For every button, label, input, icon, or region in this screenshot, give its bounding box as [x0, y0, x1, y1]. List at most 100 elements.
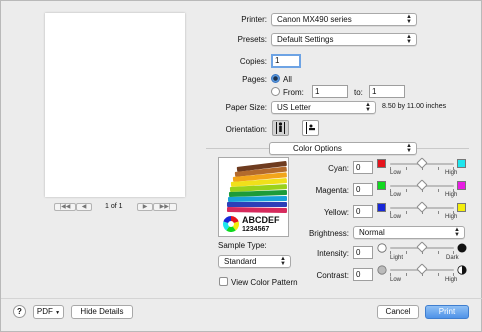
sample-text-digits: 1234567 — [242, 226, 270, 233]
page-counter: 1 of 1 — [105, 203, 123, 210]
cyan-high-caption: High — [445, 170, 458, 176]
yellow-label: Yellow: — [323, 208, 349, 217]
printer-value: Canon MX490 series — [277, 15, 352, 24]
intensity-slider[interactable] — [390, 241, 454, 254]
yellow-slider-knob[interactable] — [416, 201, 428, 213]
sample-type-popup[interactable]: Standard ▲ ▼ — [218, 255, 291, 268]
previous-page-button[interactable]: ◀ — [76, 203, 92, 211]
first-page-button[interactable]: |◀◀ — [54, 203, 76, 211]
contrast-field[interactable]: 0 — [353, 268, 373, 281]
print-button[interactable]: Print — [425, 305, 469, 319]
intensity-label: Intensity: — [316, 249, 349, 258]
popup-arrows-icon: ▲ ▼ — [365, 101, 371, 113]
pages-all-label: All — [283, 75, 292, 84]
yellow-field[interactable]: 0 — [353, 205, 373, 218]
color-sample-image: ABCDEF 1234567 — [218, 157, 289, 237]
presets-value: Default Settings — [277, 35, 334, 44]
next-page-button[interactable]: ▶ — [137, 203, 153, 211]
magenta-slider[interactable] — [390, 179, 454, 192]
pages-label: Pages: — [242, 75, 267, 84]
magenta-field[interactable]: 0 — [353, 183, 373, 196]
intensity-slider-knob[interactable] — [416, 241, 428, 253]
high-contrast-icon — [457, 265, 467, 275]
intensity-dark-caption: Dark — [446, 255, 459, 261]
orientation-portrait-button[interactable] — [272, 120, 289, 136]
magenta-label: Magenta: — [315, 186, 349, 195]
light-circle-icon — [377, 243, 387, 253]
contrast-low-caption: Low — [390, 277, 402, 283]
dark-circle-icon — [457, 243, 467, 253]
portrait-icon — [276, 122, 285, 134]
intensity-light-caption: Light — [390, 255, 404, 261]
yellow-swatch — [457, 203, 466, 212]
paper-size-popup[interactable]: US Letter ▲ ▼ — [271, 101, 376, 114]
popup-arrows-icon: ▲ ▼ — [406, 33, 412, 45]
green-swatch — [377, 181, 386, 190]
last-page-button[interactable]: ▶▶| — [153, 203, 177, 211]
magenta-high-caption: High — [445, 192, 458, 198]
help-button[interactable]: ? — [13, 305, 26, 318]
hide-details-button[interactable]: Hide Details — [71, 305, 133, 319]
paper-size-label: Paper Size: — [225, 103, 267, 112]
paper-size-value: US Letter — [277, 103, 311, 112]
printer-label: Printer: — [241, 15, 267, 24]
popup-arrows-icon: ▲ ▼ — [406, 13, 412, 25]
page-preview — [45, 13, 185, 197]
pdf-label: PDF — [36, 307, 53, 316]
contrast-high-caption: High — [445, 277, 458, 283]
printer-popup[interactable]: Canon MX490 series ▲ ▼ — [271, 13, 417, 26]
pages-from-radio[interactable] — [271, 87, 280, 96]
pages-to-label: to: — [354, 88, 363, 97]
section-popup[interactable]: Color Options ▲ ▼ — [269, 142, 417, 155]
brightness-value: Normal — [359, 228, 385, 237]
orientation-label: Orientation: — [225, 125, 267, 134]
paper-size-dimensions: 8.50 by 11.00 inches — [382, 103, 447, 110]
chevron-down-icon: ▼ — [55, 310, 61, 316]
cyan-field[interactable]: 0 — [353, 161, 373, 174]
pages-to-field[interactable]: 1 — [369, 85, 405, 98]
orientation-landscape-button[interactable] — [302, 120, 319, 136]
cyan-low-caption: Low — [390, 170, 402, 176]
pages-all-radio[interactable] — [271, 74, 280, 83]
cyan-slider-knob[interactable] — [416, 157, 428, 169]
brightness-label: Brightness: — [308, 229, 349, 238]
copies-label: Copies: — [239, 57, 267, 66]
contrast-slider[interactable] — [390, 263, 454, 276]
popup-arrows-icon: ▲ ▼ — [406, 142, 412, 154]
red-swatch — [377, 159, 386, 168]
pencils-picture — [225, 160, 288, 214]
sample-type-value: Standard — [224, 257, 257, 266]
copies-field[interactable]: 1 — [271, 54, 301, 68]
brightness-popup[interactable]: Normal ▲ ▼ — [353, 226, 465, 239]
yellow-high-caption: High — [445, 214, 458, 220]
cancel-button[interactable]: Cancel — [377, 305, 419, 319]
cyan-label: Cyan: — [328, 164, 349, 173]
popup-arrows-icon: ▲ ▼ — [280, 255, 286, 267]
intensity-field[interactable]: 0 — [353, 246, 373, 259]
blue-swatch — [377, 203, 386, 212]
landscape-icon — [306, 122, 315, 134]
pages-from-label: From: — [283, 88, 304, 97]
popup-arrows-icon: ▲ ▼ — [454, 226, 460, 238]
color-wheel-icon — [223, 216, 239, 232]
cyan-slider[interactable] — [390, 157, 454, 170]
view-color-pattern-label: View Color Pattern — [231, 278, 298, 287]
cyan-swatch — [457, 159, 466, 168]
yellow-slider[interactable] — [390, 201, 454, 214]
section-value: Color Options — [293, 144, 342, 153]
presets-label: Presets: — [237, 35, 267, 44]
presets-popup[interactable]: Default Settings ▲ ▼ — [271, 33, 417, 46]
yellow-low-caption: Low — [390, 214, 402, 220]
contrast-label: Contrast: — [316, 271, 349, 280]
sample-type-label: Sample Type: — [218, 241, 267, 250]
view-color-pattern-checkbox[interactable] — [219, 277, 228, 286]
magenta-low-caption: Low — [390, 192, 402, 198]
sample-text-letters: ABCDEF — [242, 215, 280, 225]
low-contrast-icon — [377, 265, 387, 275]
pages-from-field[interactable]: 1 — [312, 85, 348, 98]
pdf-menu-button[interactable]: PDF ▼ — [33, 305, 64, 319]
print-dialog: |◀◀ ◀ 1 of 1 ▶ ▶▶| Printer: Canon MX490 … — [0, 0, 482, 332]
contrast-slider-knob[interactable] — [416, 263, 428, 275]
footer-separator — [1, 298, 482, 299]
magenta-slider-knob[interactable] — [416, 179, 428, 191]
